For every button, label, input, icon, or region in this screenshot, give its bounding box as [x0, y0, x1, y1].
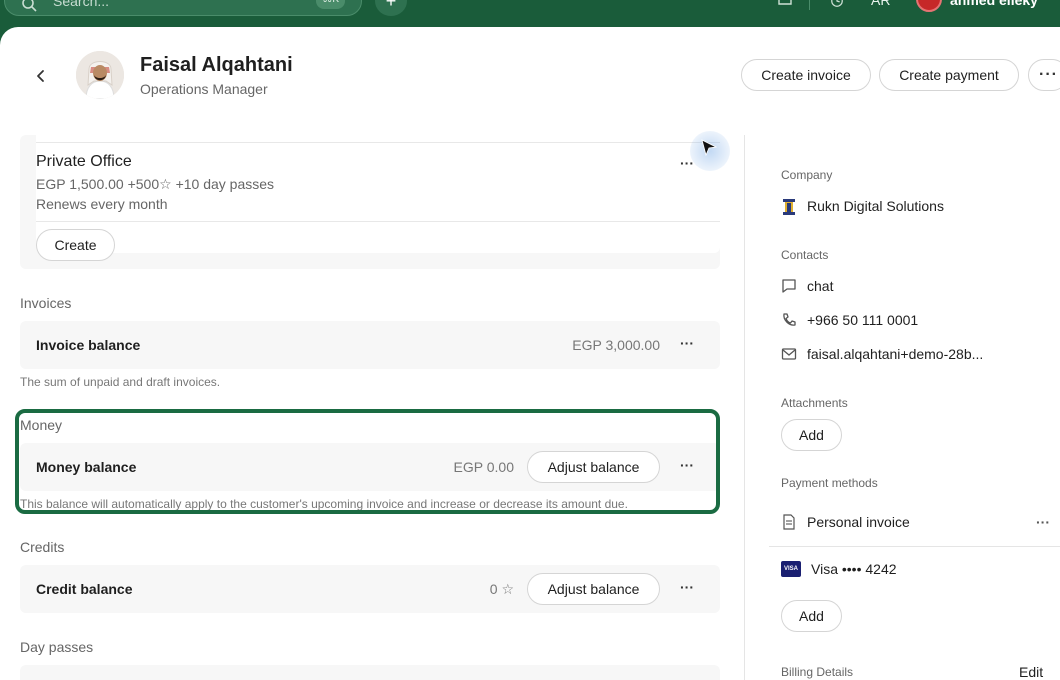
- main-panel: Faisal Alqahtani Operations Manager Crea…: [0, 27, 1060, 680]
- money-helper-text: This balance will automatically apply to…: [20, 497, 628, 511]
- money-balance-row: Money balance EGP 0.00 Adjust balance ··…: [20, 443, 720, 491]
- payment-more-button[interactable]: ···: [1036, 514, 1050, 530]
- day-passes-row: [20, 665, 720, 680]
- customer-role: Operations Manager: [140, 81, 268, 97]
- plan-create-button[interactable]: Create: [36, 229, 115, 261]
- topbar-divider: [809, 0, 810, 10]
- billing-details-label: Billing Details: [781, 665, 854, 679]
- payment-card-label: Visa •••• 4242: [811, 561, 897, 577]
- money-more-button[interactable]: ···: [680, 457, 694, 473]
- profile-avatar: [76, 51, 124, 99]
- invoice-balance-row: Invoice balance EGP 3,000.00 ···: [20, 321, 720, 369]
- credits-more-button[interactable]: ···: [680, 579, 694, 595]
- company-name: Rukn Digital Solutions: [807, 198, 944, 214]
- plan-card-divider-2: [36, 221, 720, 222]
- contact-phone[interactable]: +966 50 111 0001: [781, 312, 918, 328]
- attachments-add-button[interactable]: Add: [781, 419, 842, 451]
- company-label: Company: [781, 168, 833, 182]
- attachments-label: Attachments: [781, 396, 848, 410]
- billing-edit-link[interactable]: Edit: [1019, 664, 1043, 680]
- payment-methods-label: Payment methods: [781, 476, 878, 490]
- mail-icon: [781, 346, 797, 362]
- plan-details: EGP 1,500.00 +500☆ +10 day passes: [36, 176, 275, 192]
- payment-invoice-label: Personal invoice: [807, 514, 910, 530]
- plan-renewal: Renews every month: [36, 196, 168, 212]
- history-icon[interactable]: [829, 0, 845, 11]
- invoice-balance-value: EGP 3,000.00: [572, 337, 660, 353]
- invoice-more-button[interactable]: ···: [680, 335, 694, 351]
- credit-balance-row: Credit balance 0 ☆ Adjust balance ···: [20, 565, 720, 613]
- create-payment-button[interactable]: Create payment: [879, 59, 1019, 91]
- plan-card-divider: [36, 142, 720, 143]
- search-icon: [21, 0, 37, 21]
- credits-section-label: Credits: [20, 539, 65, 555]
- more-actions-button[interactable]: ···: [1028, 59, 1060, 91]
- credits-adjust-balance-button[interactable]: Adjust balance: [527, 573, 660, 605]
- cursor-pointer-icon: [701, 139, 718, 162]
- add-button[interactable]: +: [375, 0, 407, 16]
- money-balance-value: EGP 0.00: [453, 459, 514, 475]
- money-adjust-balance-button[interactable]: Adjust balance: [527, 451, 660, 483]
- notifications-icon[interactable]: [777, 0, 793, 11]
- contact-chat-label: chat: [807, 278, 834, 294]
- contact-email[interactable]: faisal.alqahtani+demo-28b...: [781, 346, 983, 362]
- plan-card: Private Office EGP 1,500.00 +500☆ +10 da…: [20, 135, 720, 269]
- plan-card-body: Private Office EGP 1,500.00 +500☆ +10 da…: [36, 135, 720, 253]
- user-avatar[interactable]: [916, 0, 942, 12]
- contact-chat[interactable]: chat: [781, 278, 833, 294]
- invoice-helper-text: The sum of unpaid and draft invoices.: [20, 375, 221, 389]
- customer-name: Faisal Alqahtani: [140, 54, 293, 76]
- column-divider: [744, 135, 745, 680]
- user-name[interactable]: ahmed elleky: [950, 0, 1038, 8]
- invoices-section-label: Invoices: [20, 295, 72, 311]
- money-balance-title: Money balance: [36, 459, 137, 475]
- payment-method-card[interactable]: VISA Visa •••• 4242: [781, 561, 897, 577]
- payment-method-invoice[interactable]: Personal invoice: [781, 514, 910, 530]
- chat-icon: [781, 278, 797, 294]
- search-placeholder: Search...: [53, 0, 110, 9]
- day-passes-section-label: Day passes: [20, 639, 94, 655]
- contact-phone-number: +966 50 111 0001: [807, 312, 919, 328]
- visa-card-icon: VISA: [781, 561, 801, 577]
- document-icon: [781, 514, 797, 530]
- create-invoice-button[interactable]: Create invoice: [741, 59, 871, 91]
- money-section-label: Money: [20, 417, 63, 433]
- credit-balance-title: Credit balance: [36, 581, 133, 597]
- payment-divider: [769, 546, 1060, 547]
- company-logo-icon: [781, 198, 797, 215]
- search-input[interactable]: Search... ⌘K: [4, 0, 362, 16]
- phone-icon: [781, 312, 797, 328]
- company-link[interactable]: Rukn Digital Solutions: [781, 198, 944, 215]
- contacts-label: Contacts: [781, 248, 829, 262]
- credit-balance-value: 0 ☆: [489, 581, 514, 597]
- plan-title: Private Office: [36, 153, 132, 170]
- search-shortcut: ⌘K: [316, 0, 345, 9]
- back-arrow-icon[interactable]: [32, 67, 50, 85]
- contact-email-address: faisal.alqahtani+demo-28b...: [807, 346, 984, 362]
- language-toggle[interactable]: AR: [871, 0, 890, 8]
- invoice-balance-title: Invoice balance: [36, 337, 141, 353]
- payment-add-button[interactable]: Add: [781, 600, 842, 632]
